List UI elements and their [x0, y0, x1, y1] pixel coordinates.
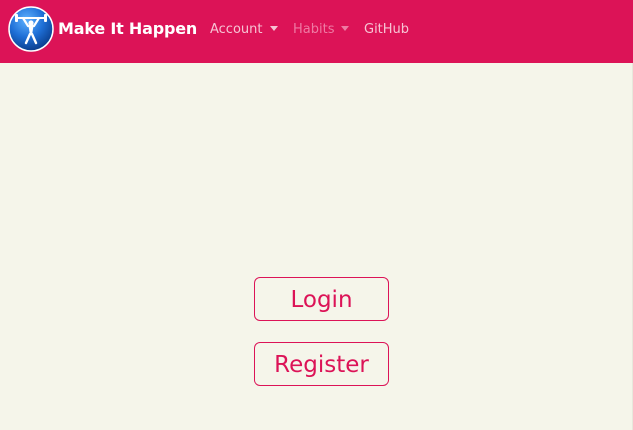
nav-github-label: GitHub — [364, 21, 410, 37]
nav-account-label: Account — [210, 21, 263, 37]
top-navbar: Make It Happen Account Habits GitHub — [0, 0, 633, 63]
brand-name: Make It Happen — [58, 18, 198, 38]
register-button[interactable]: Register — [254, 342, 389, 386]
nav-github-link[interactable]: GitHub — [364, 20, 409, 38]
nav-habits-label: Habits — [293, 21, 335, 37]
brand-link[interactable]: Make It Happen — [8, 6, 197, 52]
caret-down-icon — [341, 25, 350, 31]
nav-habits-dropdown[interactable]: Habits — [293, 20, 350, 38]
login-button[interactable]: Login — [254, 277, 389, 321]
caret-down-icon — [269, 25, 278, 31]
weightlifter-icon — [8, 6, 54, 52]
nav-account-dropdown[interactable]: Account — [210, 20, 278, 38]
